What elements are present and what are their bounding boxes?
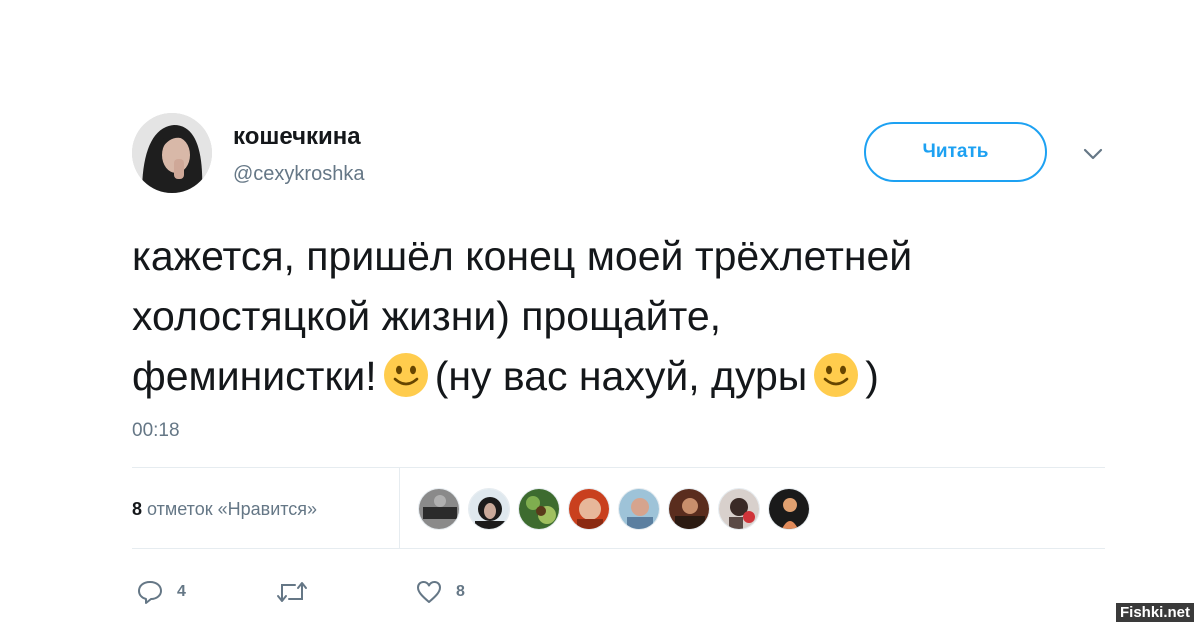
divider xyxy=(132,467,1105,468)
liker-avatar[interactable] xyxy=(418,488,460,530)
tweet-text-part: (ну вас нахуй, дуры xyxy=(434,353,808,399)
user-handle[interactable]: @cexykroshka xyxy=(233,162,364,186)
reply-count: 4 xyxy=(177,583,186,600)
liker-avatar[interactable] xyxy=(668,488,710,530)
display-name[interactable]: кошечкина xyxy=(233,123,361,151)
liker-avatar[interactable] xyxy=(568,488,610,530)
liker-avatar[interactable] xyxy=(718,488,760,530)
tweet-line-1: кажется, пришёл конец моей трёхлетней xyxy=(132,233,913,279)
reply-button[interactable]: 4 xyxy=(137,580,186,604)
liker-avatar[interactable] xyxy=(768,488,810,530)
tweet-line-2: холостяцкой жизни) прощайте, xyxy=(132,293,722,339)
likers-list xyxy=(418,488,818,530)
liker-avatar[interactable] xyxy=(468,488,510,530)
retweet-button[interactable] xyxy=(276,580,322,604)
heart-icon xyxy=(417,581,441,603)
liker-avatar[interactable] xyxy=(518,488,560,530)
like-count: 8 xyxy=(456,583,465,600)
chevron-down-icon[interactable] xyxy=(1082,146,1104,162)
divider xyxy=(399,468,400,548)
follow-button[interactable]: Читать xyxy=(864,122,1047,182)
divider xyxy=(132,548,1105,549)
smiling-face-emoji-icon xyxy=(814,353,859,397)
like-button[interactable]: 8 xyxy=(416,580,465,604)
tweet-text-part: феминистки! xyxy=(132,353,377,399)
tweet-line-3: феминистки! (ну вас нахуй, дуры ) xyxy=(132,346,1112,406)
tweet-timestamp[interactable]: 00:18 xyxy=(132,419,180,443)
likes-count: 8 xyxy=(132,499,143,519)
liker-avatar[interactable] xyxy=(618,488,660,530)
smiling-face-emoji-icon xyxy=(383,353,428,397)
watermark: Fishki.net xyxy=(1115,603,1194,622)
likes-label: отметок «Нравится» xyxy=(147,499,318,519)
reply-icon xyxy=(138,581,162,604)
likes-summary[interactable]: 8 отметок «Нравится» xyxy=(132,497,317,521)
tweet-text: кажется, пришёл конец моей трёхлетней хо… xyxy=(132,226,1112,406)
avatar[interactable] xyxy=(132,113,212,193)
tweet-text-part: ) xyxy=(865,353,879,399)
retweet-icon xyxy=(277,582,307,602)
